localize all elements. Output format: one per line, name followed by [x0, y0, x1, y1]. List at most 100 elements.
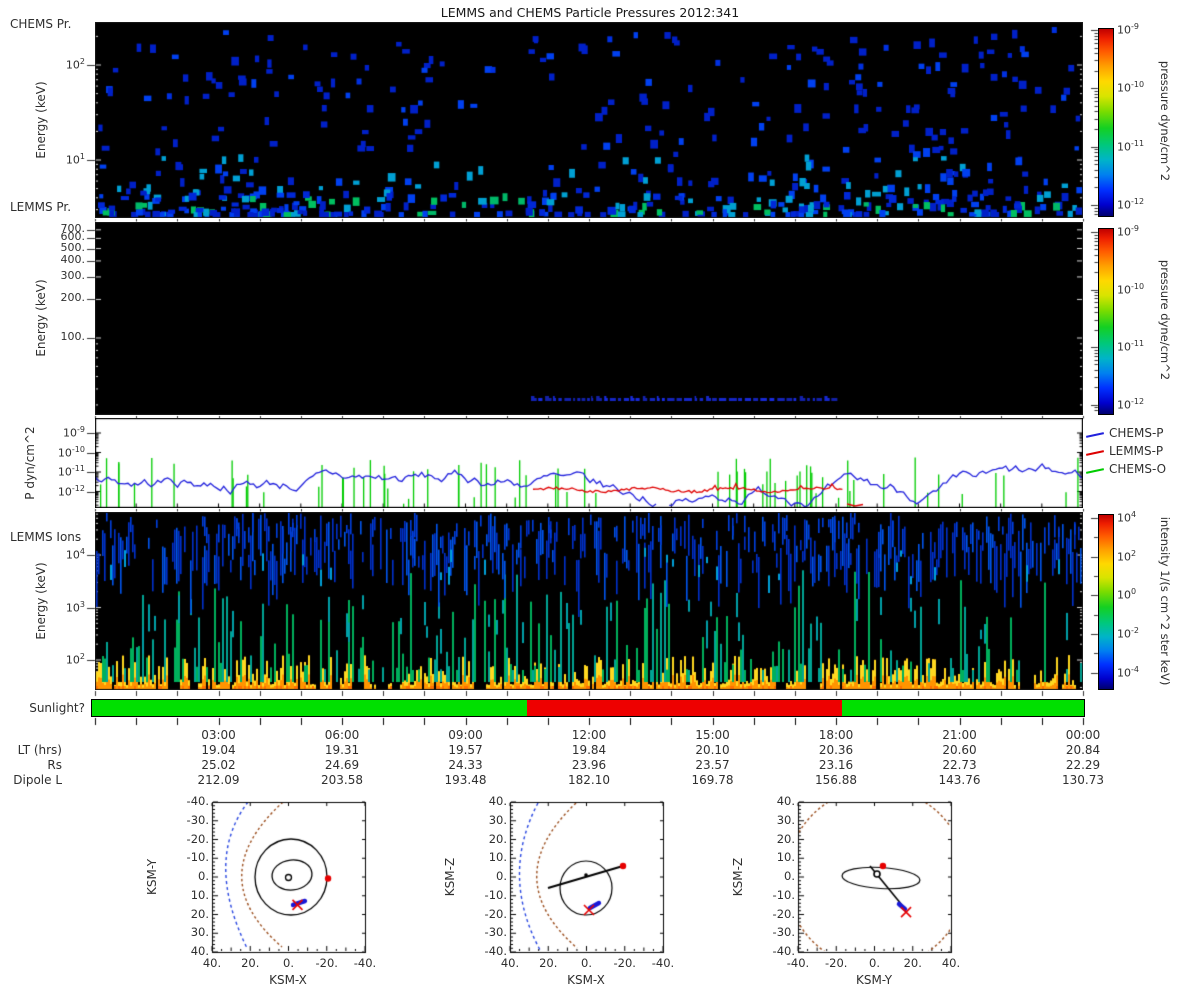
colorbar2-label: pressure dyne/cm^2 — [1158, 259, 1172, 381]
orbit-x-tick-label: 20. — [241, 956, 260, 970]
orbit2-ylabel: KSM-Z — [443, 857, 457, 897]
dipole-l-value: 182.10 — [568, 773, 610, 787]
colorbar-tick-label: 10-9 — [1117, 22, 1139, 37]
panel1-ylabel: Energy (keV) — [34, 81, 48, 159]
sunlight-bar — [91, 699, 1085, 717]
row-label-dipole-l: Dipole L — [13, 773, 62, 787]
orbit-y-tick-label: 40. — [776, 794, 795, 808]
dipole-l-value: 169.78 — [691, 773, 734, 787]
panel1-label: CHEMS Pr. — [10, 17, 72, 31]
orbit-x-tick-label: 0. — [581, 956, 592, 970]
row-label-lt: LT (hrs) — [17, 743, 62, 757]
dipole-l-value: 143.76 — [938, 773, 981, 787]
orbit-y-tick-label: 0. — [198, 869, 209, 883]
time-tick-label: 03:00 — [201, 728, 236, 742]
lt-value: 20.10 — [695, 743, 730, 757]
y-tick-label: 10-9 — [63, 425, 85, 440]
time-tick-label: 21:00 — [942, 728, 977, 742]
time-tick-label: 15:00 — [695, 728, 730, 742]
y-tick-label: 101 — [65, 152, 85, 167]
orbit3-xlabel: KSM-Y — [855, 973, 893, 987]
sunlight-label: Sunlight? — [29, 701, 85, 715]
orbit-x-tick-label: 40. — [500, 956, 520, 970]
lt-value: 19.84 — [571, 743, 607, 757]
orbit-x-tick-label: 40. — [202, 956, 222, 970]
orbit-y-tick-label: -30. — [186, 812, 209, 827]
orbit-y-tick-label: 30. — [776, 812, 795, 827]
figure-page: LEMMS and CHEMS Particle Pressures 2012:… — [0, 0, 1200, 1000]
dipole-l-value: 193.48 — [444, 773, 487, 787]
orbit-x-tick-label: 0. — [869, 956, 880, 970]
y-tick-label: 103 — [65, 599, 85, 615]
colorbar-tick-label: 10-10 — [1117, 281, 1145, 297]
panel4-label: LEMMS Ions — [10, 530, 82, 544]
colorbar-tick-label: 102 — [1117, 548, 1137, 564]
colorbar-tick-label: 10-4 — [1117, 664, 1139, 680]
time-tick-label: 09:00 — [448, 728, 483, 742]
colorbar-tick-label: 10-12 — [1117, 196, 1145, 212]
lt-value: 20.36 — [818, 743, 854, 757]
legend-label: CHEMS-O — [1109, 462, 1167, 476]
y-tick-label: 300. — [60, 268, 86, 282]
legend-label: LEMMS-P — [1109, 444, 1164, 458]
orbit-y-tick-label: -30. — [484, 925, 507, 940]
panel3-ylabel: P dyn/cm^2 — [23, 426, 37, 500]
orbit-y-tick-label: -10. — [186, 850, 209, 865]
orbit-y-tick-label: -20. — [484, 906, 507, 921]
orbit-y-tick-label: 20. — [488, 831, 507, 846]
orbit-y-tick-label: 0. — [496, 869, 507, 883]
panel2-ylabel: Energy (keV) — [34, 279, 48, 357]
orbit-y-tick-label: -20. — [186, 831, 209, 846]
y-tick-label: 200. — [60, 291, 86, 305]
chems-pressure-spectrogram — [95, 22, 1083, 218]
colorbar4-label: intensity 1/(s cm^2 ster keV) — [1158, 516, 1172, 686]
orbit-x-tick-label: -20. — [613, 956, 636, 970]
rs-value: 24.33 — [448, 758, 483, 772]
y-tick-label: 10-11 — [57, 464, 85, 479]
lt-value: 20.84 — [1065, 743, 1101, 757]
rs-value: 25.02 — [201, 758, 236, 772]
orbit-x-tick-label: -40. — [651, 956, 675, 970]
orbit-y-tick-label: -30. — [772, 925, 795, 940]
orbit1-xlabel: KSM-X — [269, 973, 307, 987]
lt-value: 19.57 — [448, 743, 483, 757]
orbit-x-tick-label: 20. — [903, 956, 922, 970]
rs-value: 23.16 — [818, 758, 854, 772]
lemms-ions-spectrogram — [95, 512, 1083, 690]
orbit-y-tick-label: 30. — [190, 925, 209, 940]
y-tick-label: 100. — [60, 330, 86, 343]
figure-title: LEMMS and CHEMS Particle Pressures 2012:… — [440, 5, 740, 20]
lt-value: 19.04 — [201, 743, 236, 757]
orbit2-xlabel: KSM-X — [567, 973, 605, 987]
orbit-y-tick-label: 0. — [784, 869, 795, 883]
orbit-y-tick-label: -10. — [772, 887, 795, 902]
colorbar-tick-label: 104 — [1117, 510, 1137, 525]
sunlight-segment-sunlit — [842, 700, 1084, 716]
orbit-y-tick-label: 30. — [488, 812, 507, 827]
orbit-y-tick-label: 20. — [776, 831, 795, 846]
orbit-x-tick-label: -20. — [315, 956, 338, 970]
orbit1-ylabel: KSM-Y — [145, 858, 159, 896]
orbit-x-tick-label: -40. — [353, 956, 377, 970]
colorbar-pressure-2 — [1098, 228, 1114, 415]
orbit-y-tick-label: 10. — [776, 850, 795, 865]
colorbar-pressure-1 — [1098, 28, 1114, 217]
time-tick-label: 00:00 — [1065, 728, 1101, 742]
dipole-l-value: 156.88 — [815, 773, 857, 787]
orbit-x-tick-label: -20. — [825, 956, 848, 970]
orbit-x-tick-label: 20. — [539, 956, 558, 970]
rs-value: 24.69 — [324, 758, 360, 772]
sunlight-segment-sunlit — [92, 700, 527, 716]
pressure-line-plot — [95, 418, 1083, 508]
rs-value: 22.73 — [942, 758, 977, 772]
panel2-label: LEMMS Pr. — [10, 200, 72, 214]
colorbar1-label: pressure dyne/cm^2 — [1158, 60, 1172, 182]
dipole-l-value: 130.73 — [1062, 773, 1104, 787]
lemms-pressure-spectrogram — [95, 222, 1083, 415]
orbit-y-tick-label: 10. — [488, 850, 507, 865]
colorbar-intensity — [1098, 514, 1114, 690]
y-tick-label: 10-12 — [57, 483, 85, 499]
orbit-y-tick-label: 20. — [190, 906, 209, 921]
orbit-x-tick-label: 0. — [283, 956, 294, 970]
colorbar-tick-label: 10-10 — [1117, 80, 1145, 95]
